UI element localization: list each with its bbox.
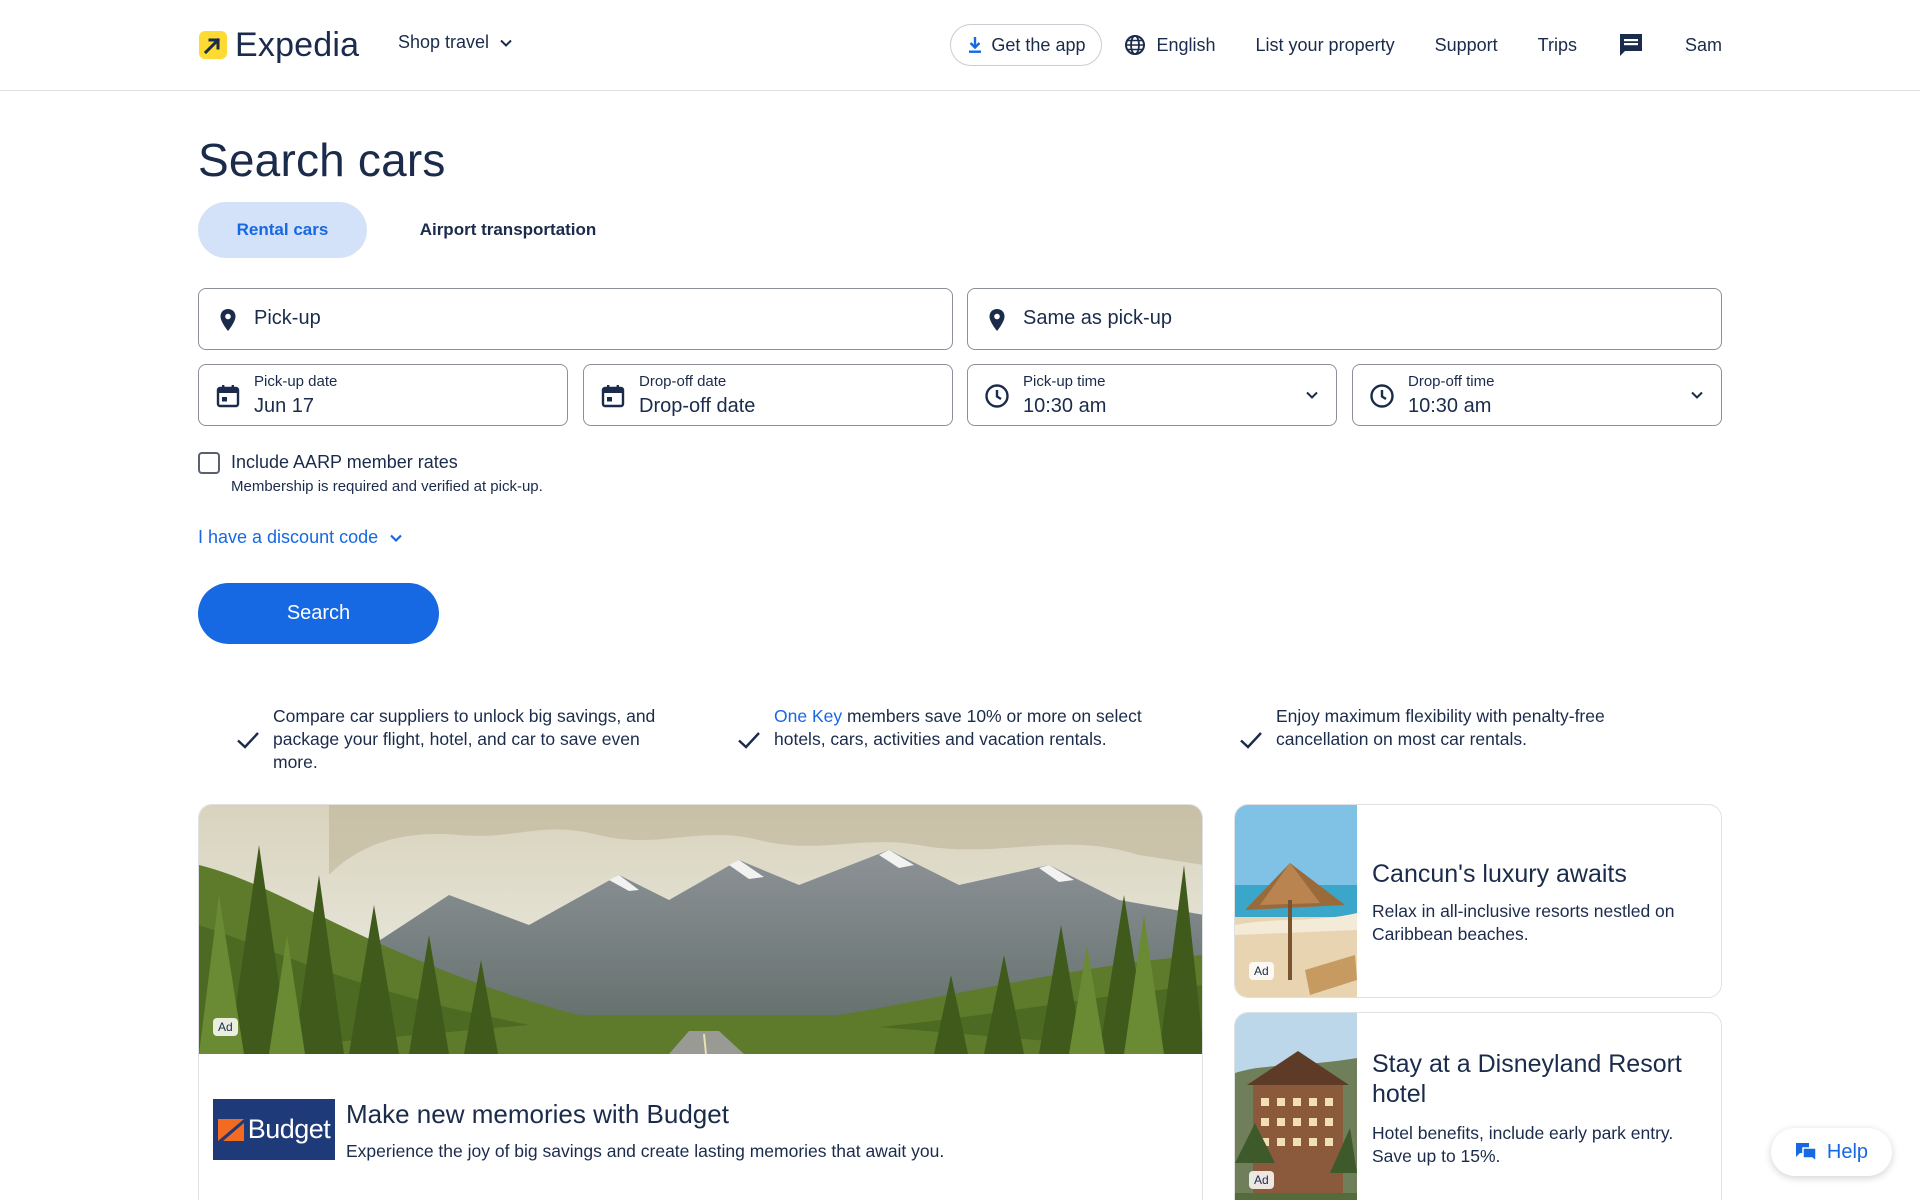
header-nav: Get the app English List your property S… [950, 24, 1722, 66]
pickup-location-placeholder: Pick-up [254, 307, 321, 329]
side-card-title: Stay at a Disneyland Resort hotel [1372, 1050, 1682, 1108]
side-card-subtitle: Hotel benefits, include early park entry… [1372, 1123, 1674, 1166]
trips-link[interactable]: Trips [1538, 35, 1577, 56]
pickup-date-label: Pick-up date [254, 373, 338, 390]
message-icon [1619, 34, 1642, 56]
language-label: English [1156, 34, 1216, 55]
benefit-text: Compare car suppliers to unlock big savi… [273, 706, 656, 772]
ad-badge: Ad [213, 1018, 238, 1036]
dropoff-time-label: Drop-off time [1408, 373, 1495, 390]
chevron-down-icon [1691, 391, 1703, 399]
chevron-down-icon [1306, 391, 1318, 399]
globe-icon [1125, 35, 1146, 55]
chat-help-icon [1795, 1143, 1817, 1162]
expedia-logo[interactable]: Expedia [199, 28, 359, 62]
aarp-label[interactable]: Include AARP member rates [231, 452, 458, 473]
mountain-road-image: Ad [199, 805, 1202, 1054]
dropoff-location-placeholder: Same as pick-up [1023, 307, 1172, 329]
pickup-location-field[interactable]: Pick-up [198, 288, 953, 350]
dropoff-time-value: 10:30 am [1408, 395, 1492, 417]
top-header: Expedia Shop travel Get the app English … [0, 0, 1920, 91]
clock-icon [1370, 384, 1394, 408]
pickup-date-field[interactable]: Pick-up date Jun 17 [198, 364, 568, 426]
dropoff-date-label: Drop-off date [639, 373, 727, 390]
resort-hotel-image: Ad [1235, 1013, 1357, 1200]
help-button[interactable]: Help [1771, 1128, 1892, 1176]
side-card-subtitle: Relax in all-inclusive resorts nestled o… [1372, 901, 1675, 944]
beach-umbrella-image: Ad [1235, 805, 1357, 997]
benefit-text: Enjoy maximum flexibility with penalty-f… [1276, 706, 1605, 749]
discount-code-label: I have a discount code [198, 527, 379, 547]
budget-ad-card[interactable]: Ad Budget Make new memories with Budget … [198, 804, 1203, 1200]
budget-logo-icon [217, 1118, 244, 1141]
pickup-time-label: Pick-up time [1023, 373, 1106, 390]
tab-airport-transportation[interactable]: Airport transportation [398, 202, 618, 258]
map-pin-icon [220, 309, 236, 331]
cancun-ad-card[interactable]: Ad Cancun's luxury awaits Relax in all-i… [1234, 804, 1722, 998]
get-the-app-button[interactable]: Get the app [950, 24, 1103, 66]
dropoff-time-select[interactable]: Drop-off time 10:30 am [1352, 364, 1722, 426]
expedia-logo-icon [199, 31, 227, 59]
aarp-checkbox[interactable] [198, 452, 220, 474]
benefit-item: Compare car suppliers to unlock big savi… [235, 705, 675, 774]
dropoff-location-field[interactable]: Same as pick-up [967, 288, 1722, 350]
benefit-text: One Key members save 10% or more on sele… [774, 705, 1166, 753]
ad-badge: Ad [1249, 962, 1274, 980]
tab-rental-cars[interactable]: Rental cars [198, 202, 367, 258]
benefit-item: One Key members save 10% or more on sele… [736, 705, 1166, 753]
chevron-down-icon [390, 534, 402, 542]
dropoff-date-value: Drop-off date [639, 395, 756, 417]
shop-travel-label: Shop travel [398, 32, 490, 52]
pickup-time-select[interactable]: Pick-up time 10:30 am [967, 364, 1337, 426]
checkmark-icon [738, 732, 760, 749]
pickup-date-value: Jun 17 [254, 395, 315, 417]
benefit-item: Enjoy maximum flexibility with penalty-f… [1238, 705, 1698, 753]
search-button[interactable]: Search [198, 583, 439, 644]
ad-card-subtitle: Experience the joy of big savings and cr… [346, 1141, 945, 1161]
aarp-note: Membership is required and verified at p… [231, 478, 543, 495]
calendar-icon [216, 385, 240, 408]
messages-button[interactable] [1617, 31, 1645, 59]
ad-card-title: Make new memories with Budget [346, 1099, 729, 1129]
chevron-down-icon [500, 39, 512, 47]
download-icon [969, 37, 982, 53]
list-your-property-link[interactable]: List your property [1256, 35, 1395, 56]
ad-badge: Ad [1249, 1171, 1274, 1189]
discount-code-toggle[interactable]: I have a discount code [198, 527, 404, 548]
logo-text: Expedia [235, 26, 360, 64]
map-pin-icon [989, 309, 1005, 331]
budget-logo-text: Budget [247, 1114, 331, 1144]
page-title: Search cars [198, 134, 446, 186]
side-card-title: Cancun's luxury awaits [1372, 860, 1627, 888]
calendar-icon [601, 385, 625, 408]
shop-travel-menu[interactable]: Shop travel [398, 32, 513, 53]
budget-logo: Budget [213, 1099, 335, 1160]
dropoff-date-field[interactable]: Drop-off date Drop-off date [583, 364, 953, 426]
checkmark-icon [237, 732, 259, 749]
support-link[interactable]: Support [1435, 35, 1498, 56]
disneyland-ad-card[interactable]: Ad Stay at a Disneyland Resort hotel Hot… [1234, 1012, 1722, 1200]
checkmark-icon [1240, 732, 1262, 749]
language-selector[interactable]: English [1124, 34, 1216, 56]
get-the-app-label: Get the app [991, 34, 1086, 55]
account-menu[interactable]: Sam [1685, 35, 1722, 56]
help-label: Help [1826, 1140, 1869, 1163]
pickup-time-value: 10:30 am [1023, 395, 1107, 417]
clock-icon [985, 384, 1009, 408]
one-key-link[interactable]: One Key [774, 706, 842, 726]
